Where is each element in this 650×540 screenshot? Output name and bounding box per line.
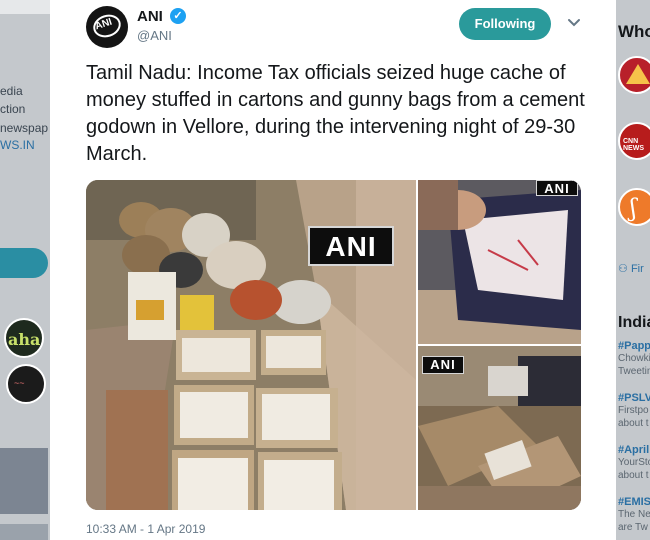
author-avatar[interactable]: ANI bbox=[86, 6, 128, 48]
trend-item[interactable]: #EMIS The Ne are Tw bbox=[618, 496, 650, 534]
ani-watermark-large: ANI bbox=[308, 226, 394, 266]
media-photo-1[interactable]: ANI bbox=[86, 180, 416, 510]
trend-line: YourSto bbox=[618, 457, 650, 468]
right-sidebar: Who CNN NEWS ʃ ⚇ Fir India #Papp Chowki … bbox=[616, 0, 650, 540]
trend-line: The Ne bbox=[618, 509, 650, 520]
chevron-down-icon[interactable] bbox=[566, 14, 582, 30]
media-photo-2[interactable]: ANI bbox=[418, 180, 581, 344]
media-photo-3[interactable]: ANI bbox=[418, 346, 581, 510]
left-thumbnail[interactable] bbox=[0, 448, 48, 514]
left-text-line-2: ction bbox=[0, 102, 26, 116]
trend-line: are Tw bbox=[618, 522, 648, 533]
tweet-media-grid: ANI ANI ANI bbox=[86, 180, 581, 510]
ani-watermark-small: ANI bbox=[536, 180, 578, 196]
author-handle[interactable]: @ANI bbox=[137, 28, 172, 43]
trend-item[interactable]: #April YourSto about t bbox=[618, 444, 650, 482]
trend-tag: #April bbox=[618, 444, 650, 456]
left-thumbnail-2[interactable] bbox=[0, 524, 48, 540]
trend-line: about t bbox=[618, 470, 649, 481]
suggested-avatar-2[interactable]: CNN NEWS bbox=[618, 122, 650, 160]
left-topbar bbox=[0, 0, 50, 14]
trend-item[interactable]: #PSLV Firstpo about t bbox=[618, 392, 650, 430]
verified-badge-icon: ✓ bbox=[170, 8, 186, 24]
following-button[interactable]: Following bbox=[459, 8, 551, 40]
left-text-line-3: newspap bbox=[0, 121, 49, 135]
photo-2-illustration bbox=[418, 180, 581, 344]
find-people-link[interactable]: ⚇ Fir bbox=[618, 262, 644, 275]
trend-tag: #PSLV bbox=[618, 392, 650, 404]
people-icon: ⚇ bbox=[618, 263, 628, 275]
tweet-timestamp[interactable]: 10:33 AM - 1 Apr 2019 bbox=[86, 522, 205, 536]
trend-tag: #EMIS bbox=[618, 496, 650, 508]
tweet-card: ANI ANI ✓ @ANI Following Tamil Nadu: Inc… bbox=[50, 0, 616, 540]
left-link[interactable]: WS.IN bbox=[0, 138, 35, 152]
trend-item[interactable]: #Papp Chowki Tweetin bbox=[618, 340, 650, 378]
left-follow-button[interactable] bbox=[0, 248, 48, 278]
ani-watermark-small: ANI bbox=[422, 356, 464, 374]
trend-line: Tweetin bbox=[618, 366, 650, 377]
trend-line: Chowki bbox=[618, 353, 650, 364]
suggested-avatar-3[interactable]: ʃ bbox=[618, 188, 650, 226]
trend-line: about t bbox=[618, 418, 649, 429]
left-avatar-1[interactable]: aha bbox=[4, 318, 44, 358]
suggested-avatar-1[interactable] bbox=[618, 56, 650, 94]
tweet-text: Tamil Nadu: Income Tax officials seized … bbox=[86, 62, 585, 165]
left-avatar-2[interactable]: ~~ bbox=[6, 364, 46, 404]
author-name[interactable]: ANI bbox=[137, 8, 163, 25]
who-to-follow-title: Who bbox=[618, 22, 650, 41]
left-text-line-1: edia bbox=[0, 84, 23, 98]
trend-line: Firstpo bbox=[618, 405, 649, 416]
trends-title: India bbox=[618, 314, 650, 331]
trend-tag: #Papp bbox=[618, 340, 650, 352]
left-sidebar: edia ction newspap WS.IN aha ~~ bbox=[0, 0, 50, 540]
